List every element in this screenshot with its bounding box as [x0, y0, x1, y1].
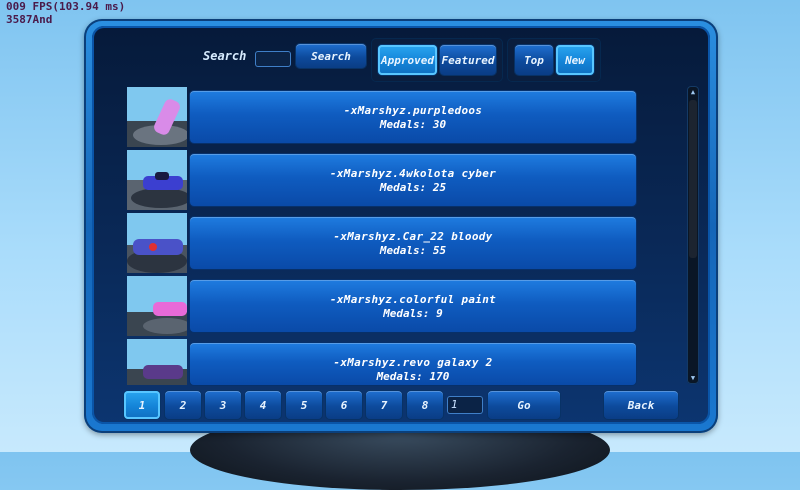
item-title: -xMarshyz.Car_22 bloody	[333, 230, 493, 243]
item-title: -xMarshyz.revo galaxy 2	[333, 356, 493, 369]
top-button[interactable]: Top	[515, 45, 553, 75]
page-button-3[interactable]: 3	[205, 391, 241, 419]
car-thumbnail[interactable]	[127, 87, 187, 147]
go-button[interactable]: Go	[488, 391, 560, 419]
item-medals: Medals: 25	[379, 181, 447, 194]
car-preview-icon	[127, 213, 187, 273]
list-item[interactable]: -xMarshyz.4wkolota cyber Medals: 25	[190, 154, 636, 206]
new-button[interactable]: New	[556, 45, 594, 75]
approved-button[interactable]: Approved	[378, 45, 437, 75]
car-preview-icon	[127, 339, 187, 385]
page-button-2[interactable]: 2	[165, 391, 201, 419]
list-item[interactable]: -xMarshyz.revo galaxy 2 Medals: 170	[190, 343, 636, 385]
item-medals: Medals: 9	[383, 307, 443, 320]
car-thumbnail[interactable]	[127, 339, 187, 385]
scrollbar-thumb[interactable]	[689, 100, 697, 258]
car-preview-icon	[127, 150, 187, 210]
page-button-1[interactable]: 1	[124, 391, 160, 419]
page-button-5[interactable]: 5	[286, 391, 322, 419]
page-button-7[interactable]: 7	[366, 391, 402, 419]
list-item[interactable]: -xMarshyz.Car_22 bloody Medals: 55	[190, 217, 636, 269]
car-preview-icon	[127, 276, 187, 336]
item-medals: Medals: 30	[379, 118, 447, 131]
item-medals: Medals: 55	[379, 244, 447, 257]
car-thumbnail[interactable]	[127, 213, 187, 273]
search-label: Search	[203, 49, 247, 63]
page-number-input[interactable]: 1	[447, 396, 483, 414]
fps-text: 009 FPS(103.94 ms)	[6, 0, 126, 13]
list-item[interactable]: -xMarshyz.purpledoos Medals: 30	[190, 91, 636, 143]
back-button[interactable]: Back	[604, 391, 678, 419]
item-title: -xMarshyz.4wkolota cyber	[329, 167, 497, 180]
item-title: -xMarshyz.colorful paint	[329, 293, 497, 306]
page-button-6[interactable]: 6	[326, 391, 362, 419]
scroll-down-icon[interactable]: ▼	[689, 374, 697, 382]
list-item[interactable]: -xMarshyz.colorful paint Medals: 9	[190, 280, 636, 332]
search-button[interactable]: Search	[296, 44, 366, 68]
car-thumbnail[interactable]	[127, 150, 187, 210]
search-input[interactable]	[255, 51, 291, 67]
page-button-4[interactable]: 4	[245, 391, 281, 419]
featured-button[interactable]: Featured	[440, 45, 496, 75]
item-medals: Medals: 170	[376, 370, 450, 383]
car-preview-icon	[127, 87, 187, 147]
item-title: -xMarshyz.purpledoos	[343, 104, 483, 117]
scroll-up-icon[interactable]: ▲	[689, 88, 697, 96]
car-thumbnail[interactable]	[127, 276, 187, 336]
page-button-8[interactable]: 8	[407, 391, 443, 419]
